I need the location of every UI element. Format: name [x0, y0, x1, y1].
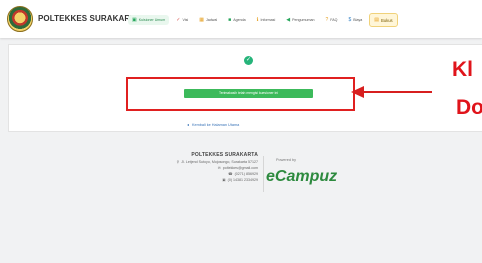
fax-icon: ▣: [222, 178, 226, 182]
nav-label: Visi: [182, 18, 189, 22]
success-check-icon: ✓: [244, 56, 253, 65]
nav-label: FAQ: [330, 18, 338, 22]
footer-org-name: POLTEKKES SURAKARTA: [191, 152, 258, 158]
result-card: ✓ Terimakasih telah mengisi kuesioner in…: [8, 44, 482, 132]
footer-divider: [263, 156, 264, 192]
check-icon: ✓: [176, 17, 181, 23]
footer-address: ⚲ Jl. Letjend Sutoyo, Mojosongo, Surakart…: [100, 160, 258, 164]
footer-fax-text: (0) 14381 2334929: [227, 178, 258, 182]
nav-label: Agenda: [233, 18, 246, 22]
nav-label: Informasi: [260, 18, 276, 22]
nav-label: Biaya: [353, 18, 363, 22]
footer-fax: ▣ (0) 14381 2334929: [100, 178, 258, 182]
nav-item-biaya[interactable]: $ Biaya: [344, 15, 366, 25]
annotation-arrow-line: [362, 91, 432, 93]
info-icon: ℹ: [256, 17, 259, 23]
footer-address-text: Jl. Letjend Sutoyo, Mojosongo, Surakarta…: [181, 160, 258, 164]
ecampuz-logo[interactable]: eCampuz: [266, 168, 337, 186]
annotation-text-2: Do: [456, 96, 482, 119]
map-pin-icon: ⚲: [176, 160, 180, 164]
footer-phone-text: (0271) 856929: [234, 172, 258, 176]
nav-item-agenda[interactable]: ■ Agenda: [224, 15, 249, 25]
nav-item-visi[interactable]: ✓ Visi: [172, 15, 192, 25]
footer-phone: ☎ (0271) 856929: [100, 172, 258, 176]
nav-label: Kuisioner Umum: [138, 18, 166, 22]
nav-label: Bukus: [381, 17, 393, 23]
confirmation-button[interactable]: Terimakasih telah mengisi kuesioner ini: [184, 89, 313, 98]
monitor-icon: ▣: [132, 17, 137, 23]
brand-title[interactable]: POLTEKKES SURAKARTA: [38, 14, 141, 23]
nav-item-kuisioner[interactable]: ▣ Kuisioner Umum: [128, 15, 170, 25]
nav-item-pengumuman[interactable]: ◀ Pengumuman: [282, 15, 318, 25]
megaphone-icon: ◀: [286, 17, 291, 23]
nav-label: Jadwal: [205, 18, 218, 22]
book-icon: ▤: [374, 17, 379, 23]
arrow-left-icon: ◂: [187, 123, 189, 127]
nav-item-bukus[interactable]: ▤ Bukus: [369, 13, 398, 27]
question-icon: ?: [325, 17, 329, 23]
back-home-link[interactable]: ◂ Kembali ke Halaman Utama: [187, 122, 239, 127]
institution-logo[interactable]: [7, 6, 33, 32]
phone-icon: ☎: [228, 172, 233, 176]
footer-email-text: poltekkes@gmail.com: [222, 166, 258, 170]
annotation-arrow-icon: [351, 86, 364, 98]
envelope-icon: ✉: [217, 166, 221, 170]
nav-item-informasi[interactable]: ℹ Informasi: [253, 15, 280, 25]
main-nav: ▣ Kuisioner Umum ✓ Visi ▦ Jadwal ■ Agend…: [128, 13, 401, 27]
powered-by-label: Powered by: [276, 158, 297, 162]
nav-item-jadwal[interactable]: ▦ Jadwal: [195, 15, 221, 25]
money-icon: $: [348, 17, 352, 23]
nav-label: Pengumuman: [292, 18, 315, 22]
footer-email[interactable]: ✉ poltekkes@gmail.com: [100, 166, 258, 170]
top-navbar: POLTEKKES SURAKARTA ▣ Kuisioner Umum ✓ V…: [0, 0, 482, 38]
highlight-box: Terimakasih telah mengisi kuesioner ini: [126, 77, 355, 111]
calendar-icon: ▦: [199, 17, 204, 23]
nav-item-faq[interactable]: ? FAQ: [322, 15, 342, 25]
annotation-text-1: Kl: [452, 58, 473, 81]
footer-contact: POLTEKKES SURAKARTA ⚲ Jl. Letjend Sutoyo,…: [100, 152, 258, 182]
back-link-label: Kembali ke Halaman Utama: [191, 123, 240, 127]
briefcase-icon: ■: [228, 17, 232, 23]
